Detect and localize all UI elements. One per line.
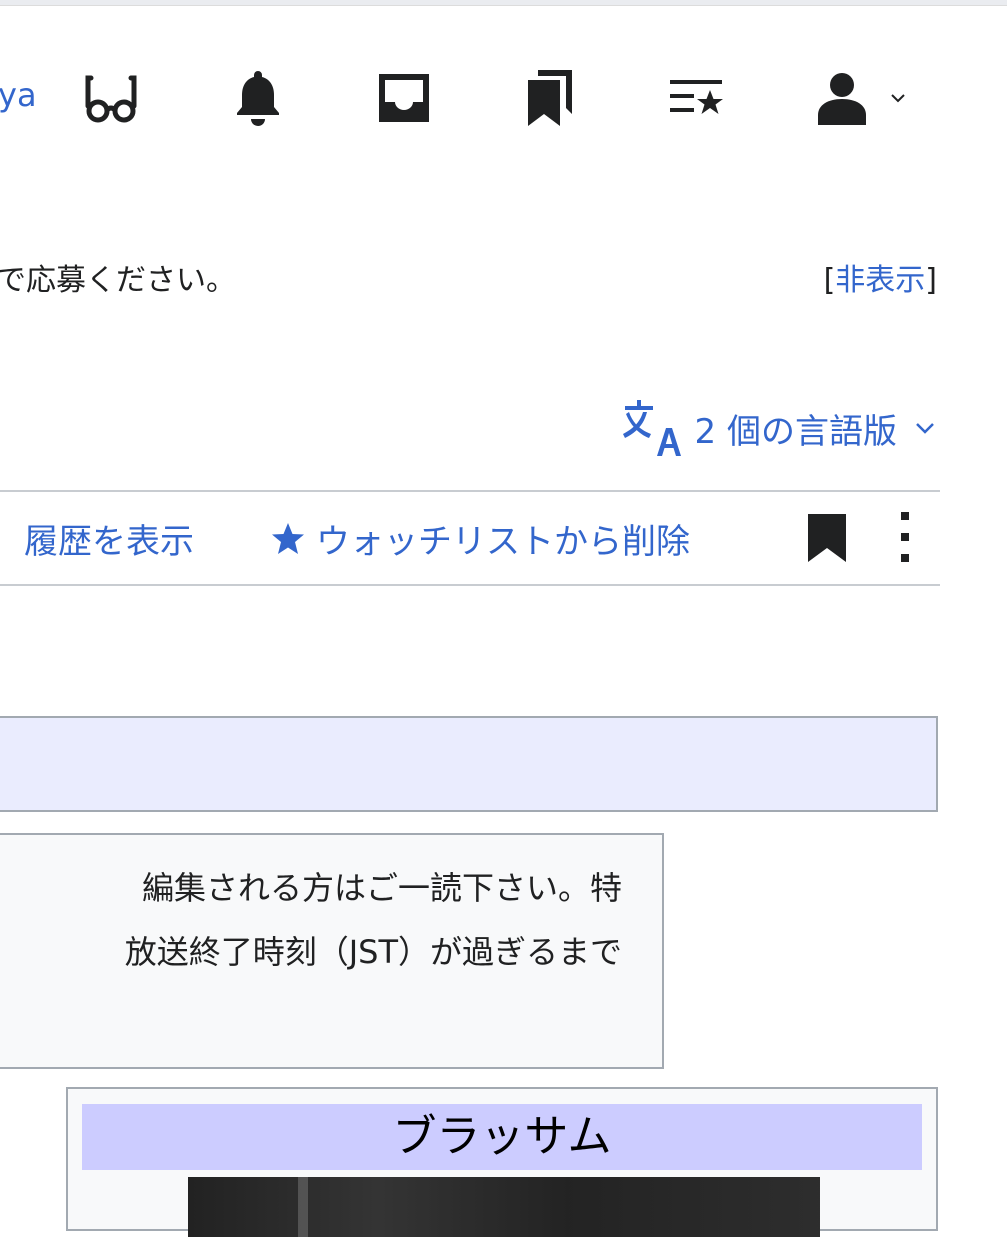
message-line-2: 放送終了時刻（JST）が過ぎるまで: [124, 933, 622, 971]
message-box: 編集される方はご一読下さい。特 放送終了時刻（JST）が過ぎるまで: [0, 833, 664, 1069]
unwatch-label: ウォッチリストから削除: [316, 522, 690, 562]
infobox-image[interactable]: [188, 1177, 820, 1237]
user-icon: [818, 73, 866, 125]
watchlist-button[interactable]: [666, 68, 728, 128]
hide-link[interactable]: 非表示: [835, 263, 925, 298]
reading-glasses-button[interactable]: [80, 68, 142, 128]
more-vertical-icon: [901, 512, 909, 562]
page-actions-bar: 履歴を表示 ウォッチリストから削除: [0, 490, 940, 586]
chevron-down-icon: [891, 94, 905, 103]
tab-view-history[interactable]: 履歴を表示: [24, 514, 194, 563]
reading-glasses-icon: [85, 75, 137, 123]
site-notice-hide[interactable]: [非表示]: [824, 255, 937, 299]
watchlist-icon: [670, 80, 723, 114]
bell-icon: [237, 71, 279, 126]
chevron-down-icon: [916, 423, 934, 434]
more-actions-button[interactable]: [898, 510, 912, 568]
site-notice-text: で応募ください。: [0, 263, 236, 298]
inbox-icon: [379, 74, 429, 122]
message-line-1: 編集される方はご一読下さい。特: [141, 869, 622, 907]
inbox-button[interactable]: [374, 68, 434, 128]
bookmarks-icon: [528, 70, 572, 126]
notifications-button[interactable]: [230, 68, 286, 128]
infobox-title: ブラッサム: [82, 1104, 922, 1170]
bookmarks-button[interactable]: [522, 68, 578, 128]
language-count: 2 個の言語版: [694, 411, 897, 452]
bookmark-button[interactable]: [806, 512, 848, 568]
hide-bracket-open: [: [823, 263, 836, 298]
hide-bracket-close: ]: [925, 263, 937, 298]
user-menu-button[interactable]: [816, 68, 926, 128]
infobox: ブラッサム: [66, 1087, 938, 1237]
tab-unwatch[interactable]: ウォッチリストから削除: [270, 514, 690, 563]
username-link[interactable]: ya: [0, 76, 37, 114]
banner-box: [0, 716, 938, 812]
star-icon: [272, 522, 304, 554]
top-border: [0, 0, 1007, 6]
translate-icon: [622, 400, 681, 456]
language-button[interactable]: 2 個の言語版: [621, 400, 935, 456]
bookmark-icon: [808, 514, 846, 562]
